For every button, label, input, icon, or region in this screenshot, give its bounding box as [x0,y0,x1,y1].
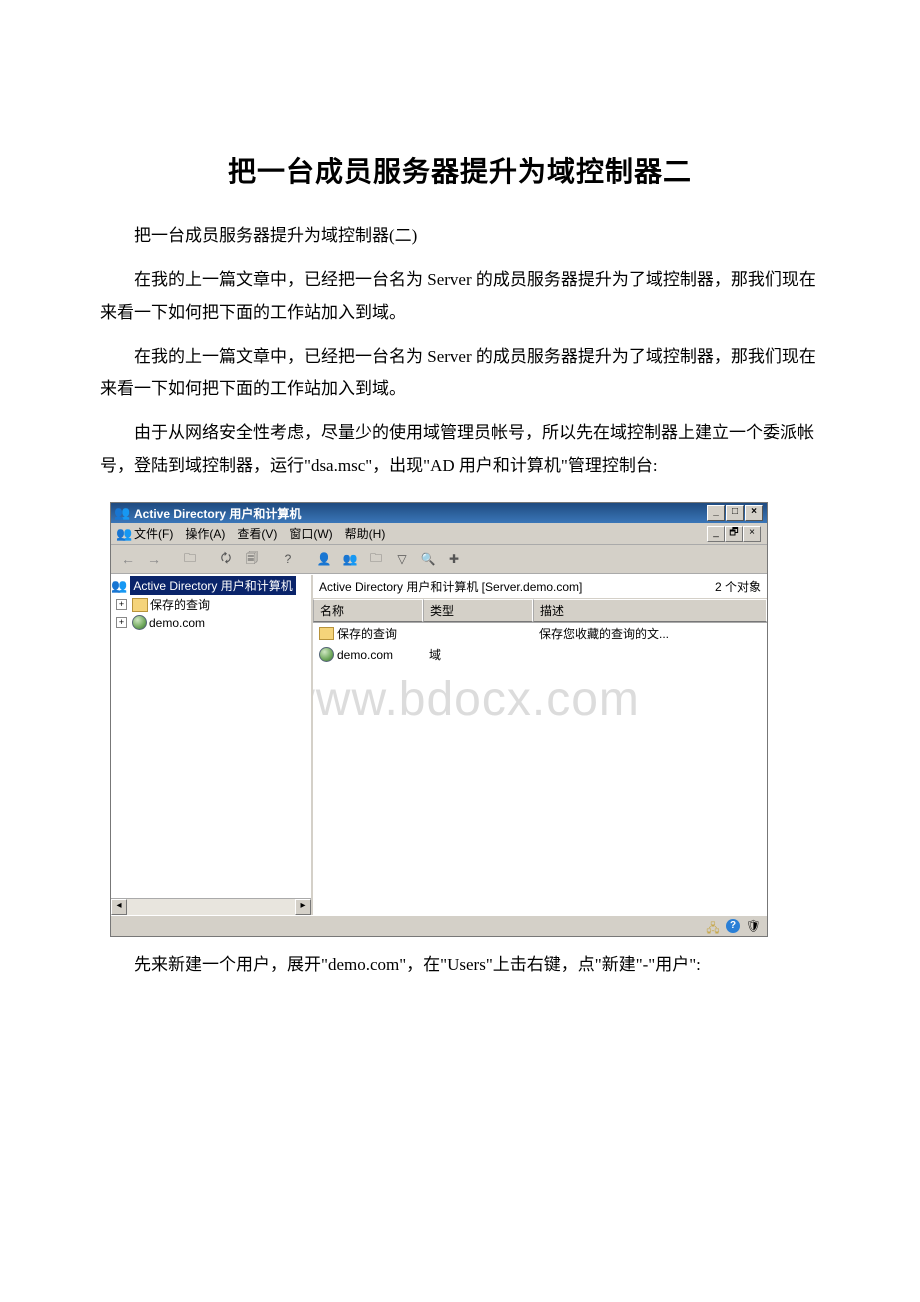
menu-action[interactable]: 操作(A) [185,525,225,542]
cell-type: 域 [423,645,533,664]
find-icon[interactable]: 🔍 [417,548,439,570]
col-name[interactable]: 名称 [313,599,423,622]
list-item[interactable]: demo.com 域 [313,644,767,665]
menu-window[interactable]: 窗口(W) [289,525,332,542]
app-small-icon: 👥 [117,526,132,541]
back-button[interactable]: ← [117,548,139,570]
minimize-button[interactable]: _ [707,505,725,521]
folder-icon [319,627,334,640]
tree-hscrollbar[interactable]: ◂ ▸ [111,898,311,915]
tree-pane: 👥 Active Directory 用户和计算机 + 保存的查询 + demo… [111,575,313,915]
window-title: Active Directory 用户和计算机 [134,505,301,522]
paragraph: 在我的上一篇文章中，已经把一台名为 Server 的成员服务器提升为了域控制器，… [100,264,820,329]
mdi-close-button[interactable]: × [743,526,761,542]
cell-name: 保存的查询 [337,625,397,642]
tray-help-icon[interactable]: ? [726,919,740,933]
paragraph: 把一台成员服务器提升为域控制器(二) [100,220,820,252]
filter-icon[interactable]: ▽ [391,548,413,570]
maximize-button[interactable]: □ [726,505,744,521]
statusbar: 🖧 ? 🛡 [111,915,767,936]
menu-help[interactable]: 帮助(H) [345,525,386,542]
new-ou-icon[interactable]: 🗀 [365,548,387,570]
toolbar: ← → 🗀 🗘 🗐 ? 👤 👥 🗀 ▽ 🔍 ✚ [111,545,767,574]
tree-root[interactable]: Active Directory 用户和计算机 [130,576,295,595]
new-group-icon[interactable]: 👥 [339,548,361,570]
scroll-right-icon[interactable]: ▸ [295,899,311,915]
new-user-icon[interactable]: 👤 [313,548,335,570]
list-item[interactable]: 保存的查询 保存您收藏的查询的文... [313,623,767,644]
cell-type [423,624,533,643]
export-button[interactable]: 🗐 [241,548,263,570]
scroll-left-icon[interactable]: ◂ [111,899,127,915]
domain-icon [132,615,147,630]
col-type[interactable]: 类型 [423,599,533,622]
paragraph: 在我的上一篇文章中，已经把一台名为 Server 的成员服务器提升为了域控制器，… [100,341,820,406]
tree-domain[interactable]: demo.com [149,616,205,630]
help-button[interactable]: ? [277,548,299,570]
tray-shield-icon[interactable]: 🛡 [746,919,761,934]
domain-icon [319,647,334,662]
doc-title: 把一台成员服务器提升为域控制器二 [100,150,820,190]
col-desc[interactable]: 描述 [533,599,767,622]
cell-name: demo.com [337,648,393,662]
object-count: 2 个对象 [715,578,761,595]
mdi-minimize-button[interactable]: _ [707,526,725,542]
forward-button[interactable]: → [143,548,165,570]
folder-icon [132,598,148,612]
list-caption: Active Directory 用户和计算机 [Server.demo.com… [319,578,582,595]
list-header: 名称 类型 描述 [313,599,767,623]
menu-view[interactable]: 查看(V) [237,525,277,542]
menubar: 👥 文件(F) 操作(A) 查看(V) 窗口(W) 帮助(H) _ 🗗 × [111,523,767,545]
expander-icon[interactable]: + [116,617,127,628]
add-icon[interactable]: ✚ [443,548,465,570]
cell-desc [533,645,767,664]
tray-network-icon[interactable]: 🖧 [706,919,720,933]
cell-desc: 保存您收藏的查询的文... [533,624,767,643]
mdi-restore-button[interactable]: 🗗 [725,526,743,542]
tree-saved-queries[interactable]: 保存的查询 [150,596,210,613]
app-icon: 👥 [115,506,130,521]
expander-icon[interactable]: + [116,599,127,610]
paragraph: 先来新建一个用户，展开"demo.com"，在"Users"上击右键，点"新建"… [100,949,820,981]
titlebar[interactable]: 👥 Active Directory 用户和计算机 _ □ × [111,503,767,523]
paragraph: 由于从网络安全性考虑，尽量少的使用域管理员帐号，所以先在域控制器上建立一个委派帐… [100,417,820,482]
mmc-window: 👥 Active Directory 用户和计算机 _ □ × 👥 文件(F) … [110,502,768,937]
close-button[interactable]: × [745,505,763,521]
menu-file[interactable]: 文件(F) [134,525,173,542]
tree-root-icon: 👥 [112,579,127,594]
refresh-button[interactable]: 🗘 [215,548,237,570]
list-pane: Active Directory 用户和计算机 [Server.demo.com… [313,575,767,915]
up-button[interactable]: 🗀 [179,548,201,570]
